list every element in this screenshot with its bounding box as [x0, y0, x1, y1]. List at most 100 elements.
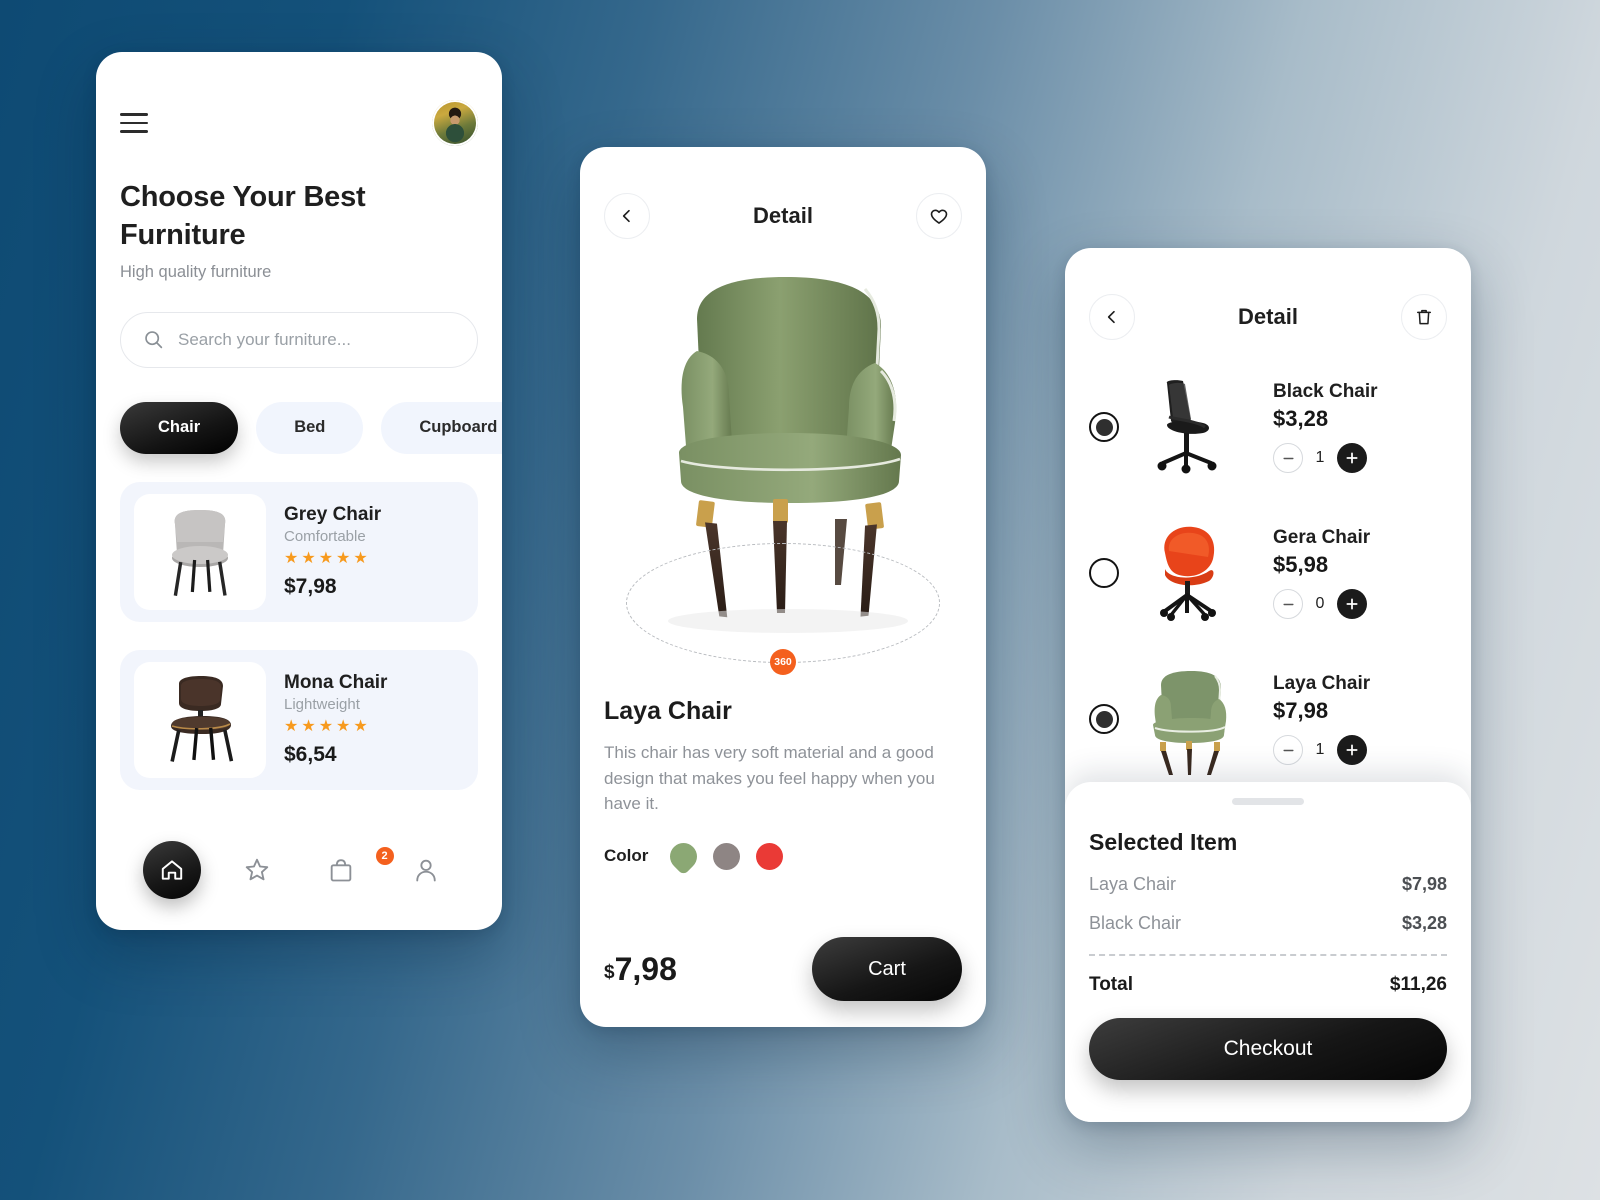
summary-item-value: $7,98 [1401, 874, 1447, 894]
summary-item-name: Laya Chair [1089, 874, 1177, 894]
hamburger-icon[interactable] [120, 113, 148, 133]
category-chips: Chair Bed Cupboard [120, 401, 502, 454]
summary-row: Black Chair $3,28 [1089, 913, 1447, 934]
minus-icon [1282, 749, 1294, 751]
nav-item-favorites[interactable] [215, 856, 300, 884]
product-card[interactable]: Mona Chair Lightweight ★★★★★ $6,54 [120, 649, 478, 790]
color-selector: Color [604, 836, 962, 876]
item-name: Gera Chair [1273, 527, 1371, 548]
back-button[interactable] [1089, 294, 1135, 340]
minus-icon [1282, 457, 1294, 459]
chevron-left-icon [622, 209, 630, 223]
quantity-stepper: 1 [1273, 443, 1378, 473]
bag-icon [330, 859, 352, 882]
chip-cupboard[interactable]: Cupboard [381, 401, 502, 454]
item-price: $7,98 [1273, 698, 1329, 723]
color-swatch-grey[interactable] [713, 842, 741, 870]
add-to-cart-button[interactable]: Cart [812, 937, 962, 1001]
minus-icon [1282, 603, 1294, 605]
item-radio-selected[interactable] [1089, 412, 1119, 442]
quantity-value: 1 [1315, 741, 1325, 758]
nav-item-cart[interactable]: 2 [299, 847, 394, 884]
product-name: Grey Chair [284, 504, 382, 526]
price-value: 7,98 [614, 950, 677, 987]
decrement-button[interactable] [1273, 589, 1303, 619]
product-price: $6,54 [284, 743, 337, 767]
color-swatch-green[interactable] [664, 836, 703, 876]
chip-chair[interactable]: Chair [120, 401, 239, 454]
plus-icon [1346, 452, 1358, 464]
increment-button[interactable] [1337, 589, 1367, 619]
total-row: Total $11,26 [1089, 974, 1447, 996]
product-image-laya-chair [1127, 660, 1247, 778]
trash-icon [1416, 309, 1431, 325]
home-screen: Choose Your Best Furniture High quality … [96, 52, 502, 930]
product-image-black-chair [1127, 368, 1247, 486]
avatar[interactable] [432, 100, 478, 146]
delete-button[interactable] [1400, 294, 1447, 340]
nav-item-home[interactable] [130, 841, 215, 899]
plus-icon [1346, 744, 1358, 756]
favorite-button[interactable] [915, 193, 962, 239]
item-price: $3,28 [1273, 406, 1329, 431]
item-radio-selected[interactable] [1089, 704, 1119, 734]
decrement-button[interactable] [1273, 443, 1303, 473]
currency-symbol: $ [604, 961, 615, 983]
cart-title: Detail [1238, 304, 1298, 329]
detail-title: Detail [753, 203, 813, 228]
detail-screen: Detail 360 Laya Chair This chair has ver… [580, 147, 986, 1027]
plus-icon [1346, 598, 1358, 610]
chip-bed[interactable]: Bed [256, 401, 364, 454]
page-title: Choose Your Best Furniture [120, 181, 366, 252]
nav-item-profile[interactable] [384, 856, 469, 884]
product-name: Mona Chair [284, 672, 388, 694]
total-label: Total [1089, 974, 1133, 995]
cart-screen: Detail Black Chair $3,28 1 Gera Chair $5… [1065, 248, 1471, 1122]
page-subtitle: High quality furniture [120, 262, 272, 281]
decrement-button[interactable] [1273, 735, 1303, 765]
home-icon [162, 860, 183, 880]
person-icon [416, 859, 436, 882]
rating-stars: ★★★★★ [284, 718, 371, 736]
product-card[interactable]: Grey Chair Comfortable ★★★★★ $7,98 [120, 481, 478, 622]
sheet-grabber[interactable] [1232, 798, 1304, 805]
rotate-ellipse [626, 543, 940, 663]
product-description: This chair has very soft material and a … [604, 743, 935, 813]
color-swatch-red[interactable] [756, 842, 784, 870]
back-button[interactable] [604, 193, 650, 239]
detail-header: Detail [604, 147, 962, 239]
checkout-button[interactable]: Checkout [1089, 1018, 1447, 1080]
product-tag: Comfortable [284, 528, 366, 546]
product-tag: Lightweight [284, 696, 360, 714]
chevron-left-icon [1107, 310, 1115, 324]
increment-button[interactable] [1337, 735, 1367, 765]
total-value: $11,26 [1389, 974, 1447, 995]
search-placeholder: Search your furniture... [178, 329, 351, 349]
product-image-grey-chair [134, 493, 266, 610]
quantity-stepper: 0 [1273, 589, 1370, 619]
star-icon [245, 858, 268, 881]
cart-header: Detail [1089, 248, 1447, 340]
item-name: Laya Chair [1273, 673, 1371, 694]
product-price: $7,98 [604, 951, 677, 988]
quantity-stepper: 1 [1273, 735, 1370, 765]
badge-360[interactable]: 360 [770, 649, 796, 675]
product-name: Laya Chair [604, 697, 732, 725]
increment-button[interactable] [1337, 443, 1367, 473]
cart-item[interactable]: Black Chair $3,28 1 [1089, 368, 1447, 486]
item-price: $5,98 [1273, 552, 1329, 577]
item-radio-unselected[interactable] [1089, 558, 1119, 588]
product-image-mona-chair [134, 661, 266, 778]
search-input[interactable]: Search your furniture... [120, 311, 478, 368]
color-label: Color [604, 846, 649, 865]
sheet-title: Selected Item [1089, 829, 1238, 855]
bottom-navigation: 2 [96, 810, 502, 930]
selected-item-sheet: Selected Item Laya Chair $7,98 Black Cha… [1065, 782, 1471, 1122]
quantity-value: 1 [1315, 449, 1325, 466]
cart-item[interactable]: Gera Chair $5,98 0 [1089, 514, 1447, 632]
summary-item-value: $3,28 [1401, 913, 1447, 933]
product-price: $7,98 [284, 575, 337, 599]
product-hero: 360 [604, 249, 962, 679]
summary-row: Laya Chair $7,98 [1089, 874, 1447, 895]
cart-item[interactable]: Laya Chair $7,98 1 [1089, 660, 1447, 778]
